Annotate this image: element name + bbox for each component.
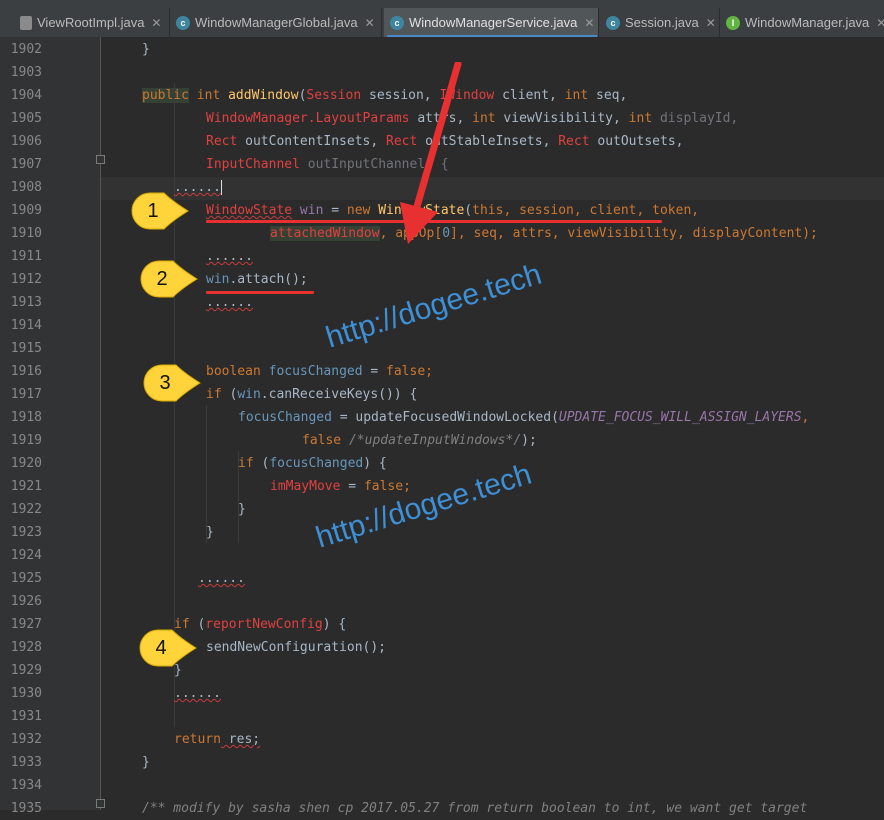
code-line-1930: ...... bbox=[174, 686, 221, 701]
line-number: 1914 bbox=[10, 318, 42, 333]
code-line-1928: sendNewConfiguration(); bbox=[206, 640, 387, 655]
line-number: 1924 bbox=[10, 548, 42, 563]
tab-label: WindowManagerGlobal.java bbox=[195, 15, 358, 30]
line-number: 1915 bbox=[10, 341, 42, 356]
callout-1: 1 bbox=[126, 191, 198, 231]
line-number: 1927 bbox=[10, 617, 42, 632]
code-line-1919: false /*updateInputWindows*/); bbox=[302, 433, 537, 448]
line-number: 1916 bbox=[10, 364, 42, 379]
code-line-1913: ...... bbox=[206, 295, 253, 310]
code-line-1910: attachedWindow, appOp[0], seq, attrs, vi… bbox=[270, 226, 818, 241]
close-icon[interactable]: ✕ bbox=[706, 16, 716, 30]
code-line-1916: boolean focusChanged = false; bbox=[206, 364, 433, 379]
line-number: 1902 bbox=[10, 42, 42, 57]
line-number: 1920 bbox=[10, 456, 42, 471]
arrow-annotation bbox=[400, 62, 462, 244]
code-line-1911: ...... bbox=[206, 249, 253, 264]
line-number: 1921 bbox=[10, 479, 42, 494]
tab-viewrootimpl[interactable]: ViewRootImpl.java ✕ bbox=[0, 8, 170, 37]
code-line-1920: if (focusChanged) { bbox=[238, 456, 387, 471]
line-number: 1906 bbox=[10, 134, 42, 149]
line-number: 1923 bbox=[10, 525, 42, 540]
tab-windowmanagerglobal[interactable]: c WindowManagerGlobal.java ✕ bbox=[170, 8, 382, 37]
line-number: 1913 bbox=[10, 295, 42, 310]
line-number: 1905 bbox=[10, 111, 42, 126]
line-number: 1934 bbox=[10, 778, 42, 793]
code-line-1918: focusChanged = updateFocusedWindowLocked… bbox=[238, 410, 810, 425]
callout-number: 1 bbox=[147, 200, 159, 222]
line-number: 1904 bbox=[10, 88, 42, 103]
line-number: 1910 bbox=[10, 226, 42, 241]
code-line-1902: } bbox=[142, 42, 150, 57]
close-icon[interactable]: ✕ bbox=[365, 16, 375, 30]
line-number: 1908 bbox=[10, 180, 42, 195]
line-number: 1928 bbox=[10, 640, 42, 655]
annotation-underline bbox=[206, 291, 314, 294]
callout-number: 4 bbox=[155, 637, 167, 659]
file-icon bbox=[20, 15, 32, 30]
callout-2: 2 bbox=[135, 259, 207, 299]
close-icon[interactable]: ✕ bbox=[151, 16, 161, 30]
code-line-1935: /** modify by sasha shen cp 2017.05.27 f… bbox=[142, 801, 808, 816]
line-number: 1918 bbox=[10, 410, 42, 425]
class-icon: c bbox=[176, 15, 190, 30]
close-icon[interactable]: ✕ bbox=[876, 16, 884, 30]
tab-label: Session.java bbox=[625, 15, 699, 30]
code-line-1925: ...... bbox=[198, 571, 245, 586]
line-number: 1919 bbox=[10, 433, 42, 448]
line-number: 1931 bbox=[10, 709, 42, 724]
tab-windowmanager[interactable]: I WindowManager.java ✕ bbox=[720, 8, 884, 37]
watermark-text: http://dogee.tech bbox=[322, 257, 546, 355]
callout-4: 4 bbox=[134, 628, 206, 668]
tab-windowmanagerservice[interactable]: c WindowManagerService.java ✕ bbox=[384, 8, 599, 37]
callout-number: 2 bbox=[156, 268, 168, 290]
line-number: 1917 bbox=[10, 387, 42, 402]
code-line-1905: WindowManager.LayoutParams attrs, int vi… bbox=[206, 111, 739, 126]
close-icon[interactable]: ✕ bbox=[584, 16, 594, 30]
line-number: 1911 bbox=[10, 249, 42, 264]
editor-tab-bar: ViewRootImpl.java ✕ c WindowManagerGloba… bbox=[0, 0, 884, 37]
code-line-1921: imMayMove = false; bbox=[270, 479, 411, 494]
tab-session[interactable]: c Session.java ✕ bbox=[600, 8, 720, 37]
interface-icon: I bbox=[726, 15, 740, 30]
fold-marker[interactable] bbox=[96, 155, 105, 164]
tab-label: WindowManagerService.java bbox=[409, 15, 578, 30]
line-number: 1932 bbox=[10, 732, 42, 747]
code-line-1917: if (win.canReceiveKeys()) { bbox=[206, 387, 418, 402]
code-line-1933: } bbox=[142, 755, 150, 770]
callout-number: 3 bbox=[159, 372, 171, 394]
line-number: 1926 bbox=[10, 594, 42, 609]
line-number: 1925 bbox=[10, 571, 42, 586]
code-line-1922: } bbox=[238, 502, 246, 517]
line-number: 1907 bbox=[10, 157, 42, 172]
tab-label: ViewRootImpl.java bbox=[37, 15, 145, 30]
line-number: 1930 bbox=[10, 686, 42, 701]
code-line-1932: return res; bbox=[174, 732, 261, 747]
line-number: 1903 bbox=[10, 65, 42, 80]
code-line-1923: } bbox=[206, 525, 214, 540]
line-number: 1935 bbox=[10, 801, 42, 816]
class-icon: c bbox=[606, 15, 620, 30]
line-number: 1933 bbox=[10, 755, 42, 770]
fold-marker[interactable] bbox=[96, 799, 105, 808]
line-number: 1922 bbox=[10, 502, 42, 517]
line-number: 1929 bbox=[10, 663, 42, 678]
tab-bar-top-strip bbox=[0, 0, 884, 6]
code-editor[interactable]: 1902 1903 1904 1905 1906 1907 1908 1909 1910 1911… bbox=[0, 37, 884, 816]
tab-label: WindowManager.java bbox=[745, 15, 870, 30]
line-number: 1909 bbox=[10, 203, 42, 218]
class-icon: c bbox=[390, 15, 404, 30]
code-line-1912: win.attach(); bbox=[206, 272, 308, 287]
callout-3: 3 bbox=[138, 363, 210, 403]
line-number: 1912 bbox=[10, 272, 42, 287]
